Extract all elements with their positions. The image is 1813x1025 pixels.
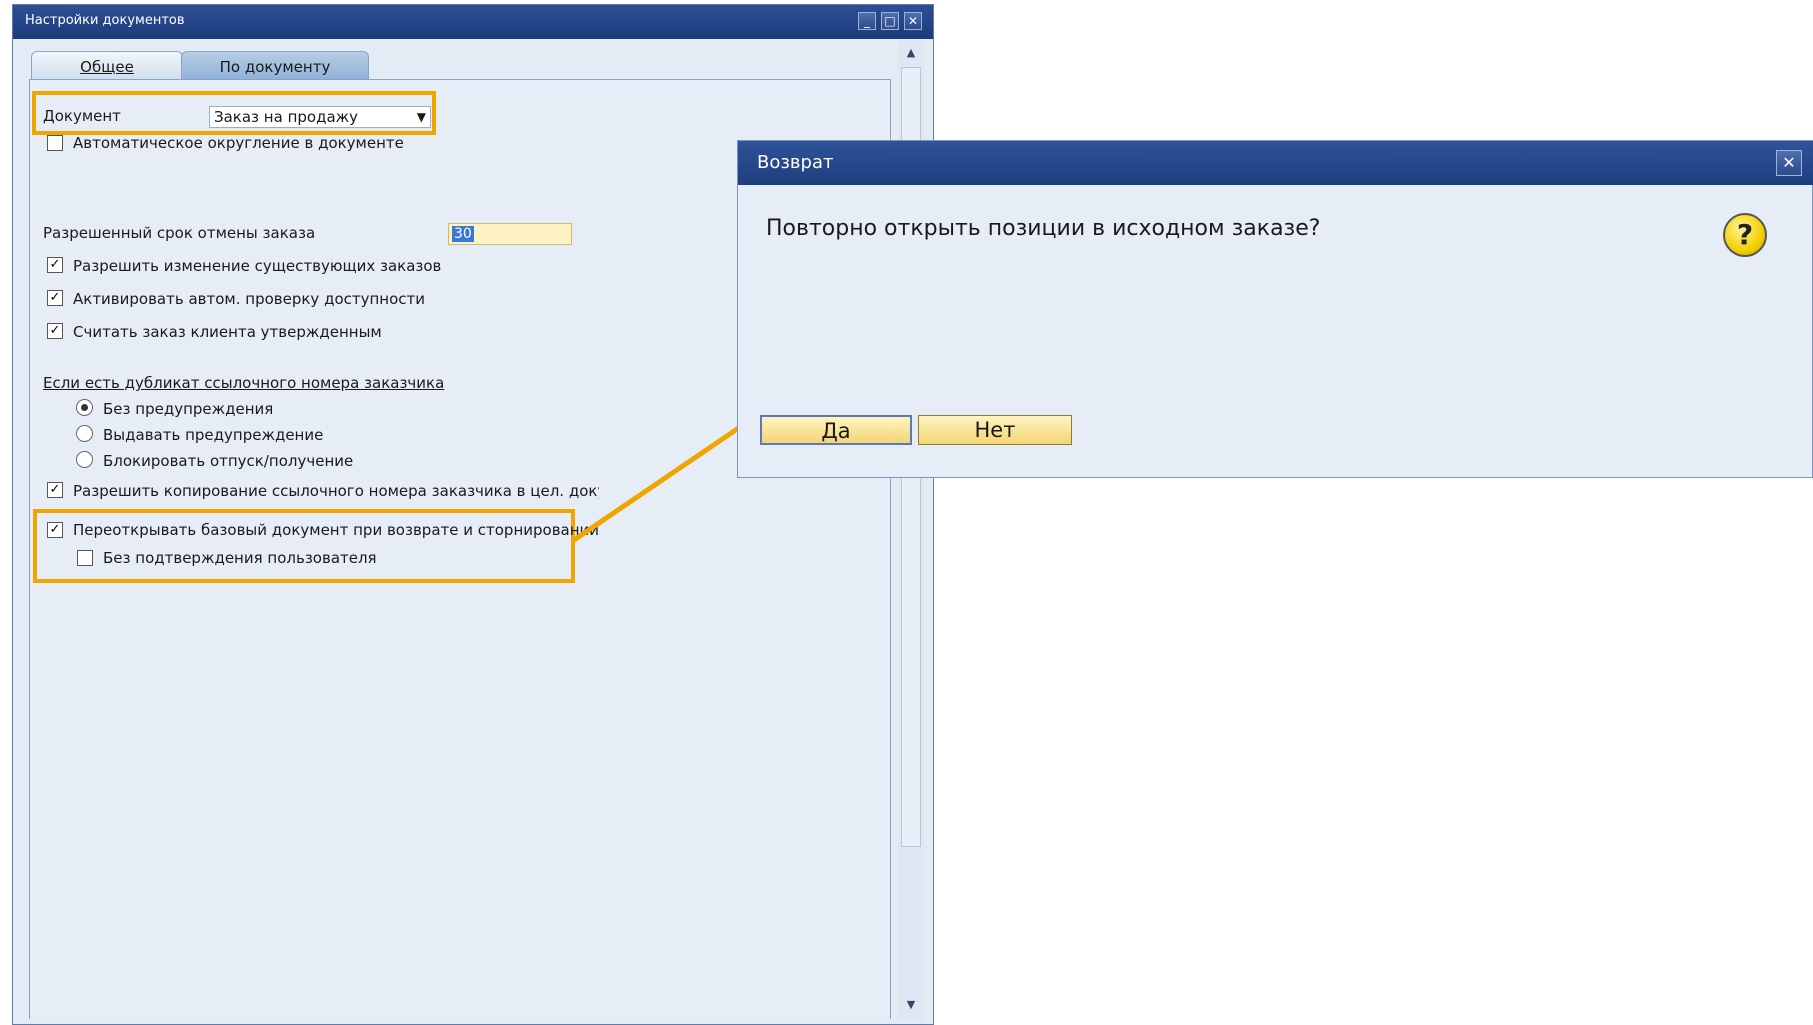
- question-icon: ?: [1723, 213, 1767, 257]
- yes-button[interactable]: Да: [760, 415, 912, 445]
- dialog-title: Возврат: [757, 152, 834, 173]
- dialog-message: Повторно открыть позиции в исходном зака…: [766, 216, 1321, 241]
- return-dialog: Возврат ✕ Повторно открыть позиции в исх…: [737, 140, 1813, 478]
- dialog-titlebar[interactable]: Возврат ✕: [738, 141, 1813, 185]
- no-button[interactable]: Нет: [918, 415, 1072, 445]
- close-icon[interactable]: ✕: [1776, 150, 1802, 176]
